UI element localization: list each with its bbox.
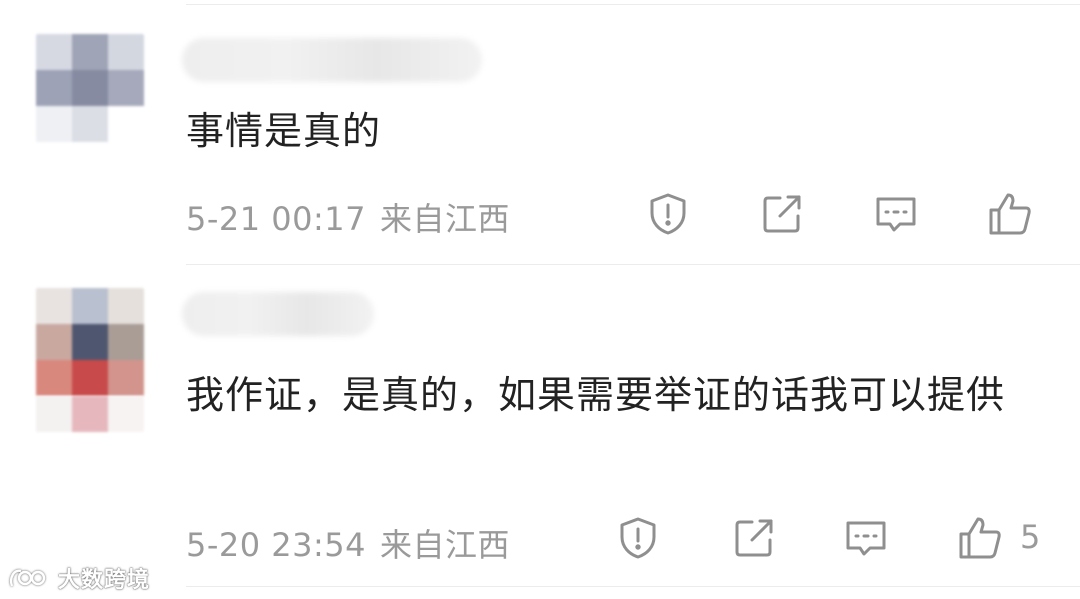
comment-location: 来自江西 xyxy=(380,526,511,564)
report-button[interactable] xyxy=(614,514,662,562)
comment-text: 我作证，是真的，如果需要举证的话我可以提供 xyxy=(186,373,1006,417)
thumbs-up-icon xyxy=(959,517,1001,559)
comment-item: 事情是真的 5-21 00:17 来自江西 xyxy=(0,0,1080,262)
share-button[interactable] xyxy=(758,190,806,238)
report-button[interactable] xyxy=(644,190,692,238)
username-blurred[interactable] xyxy=(182,38,482,82)
like-count: 5 xyxy=(1020,518,1041,556)
comment-item: 我作证，是真的，如果需要举证的话我可以提供 5-20 23:54 来自江西 5 xyxy=(0,264,1080,599)
watermark: 大数跨境 xyxy=(8,562,150,594)
comment-meta: 5-20 23:54 来自江西 xyxy=(186,520,510,566)
comment-location: 来自江西 xyxy=(380,200,511,238)
username-blurred[interactable] xyxy=(182,292,374,336)
watermark-text: 大数跨境 xyxy=(58,568,151,593)
reply-button[interactable] xyxy=(842,514,890,562)
reply-button[interactable] xyxy=(872,190,920,238)
avatar-lower xyxy=(36,396,144,432)
share-external-icon xyxy=(763,195,801,233)
comment-time: 5-20 23:54 xyxy=(186,526,367,564)
share-button[interactable] xyxy=(730,514,778,562)
comment-text: 事情是真的 xyxy=(186,109,382,153)
like-button[interactable] xyxy=(956,514,1004,562)
avatar[interactable] xyxy=(36,288,144,396)
avatar[interactable] xyxy=(36,34,144,142)
like-button[interactable] xyxy=(986,190,1034,238)
bottom-divider xyxy=(186,586,1080,587)
comment-meta: 5-21 00:17 来自江西 xyxy=(186,194,510,240)
share-external-icon xyxy=(735,519,773,557)
brand-logo-icon xyxy=(9,569,46,587)
shield-exclamation-icon xyxy=(620,517,656,559)
comment-time: 5-21 00:17 xyxy=(186,200,367,238)
thumbs-up-icon xyxy=(989,193,1031,235)
shield-exclamation-icon xyxy=(650,193,686,235)
comment-bubble-icon xyxy=(876,197,916,232)
comment-bubble-icon xyxy=(846,521,886,556)
